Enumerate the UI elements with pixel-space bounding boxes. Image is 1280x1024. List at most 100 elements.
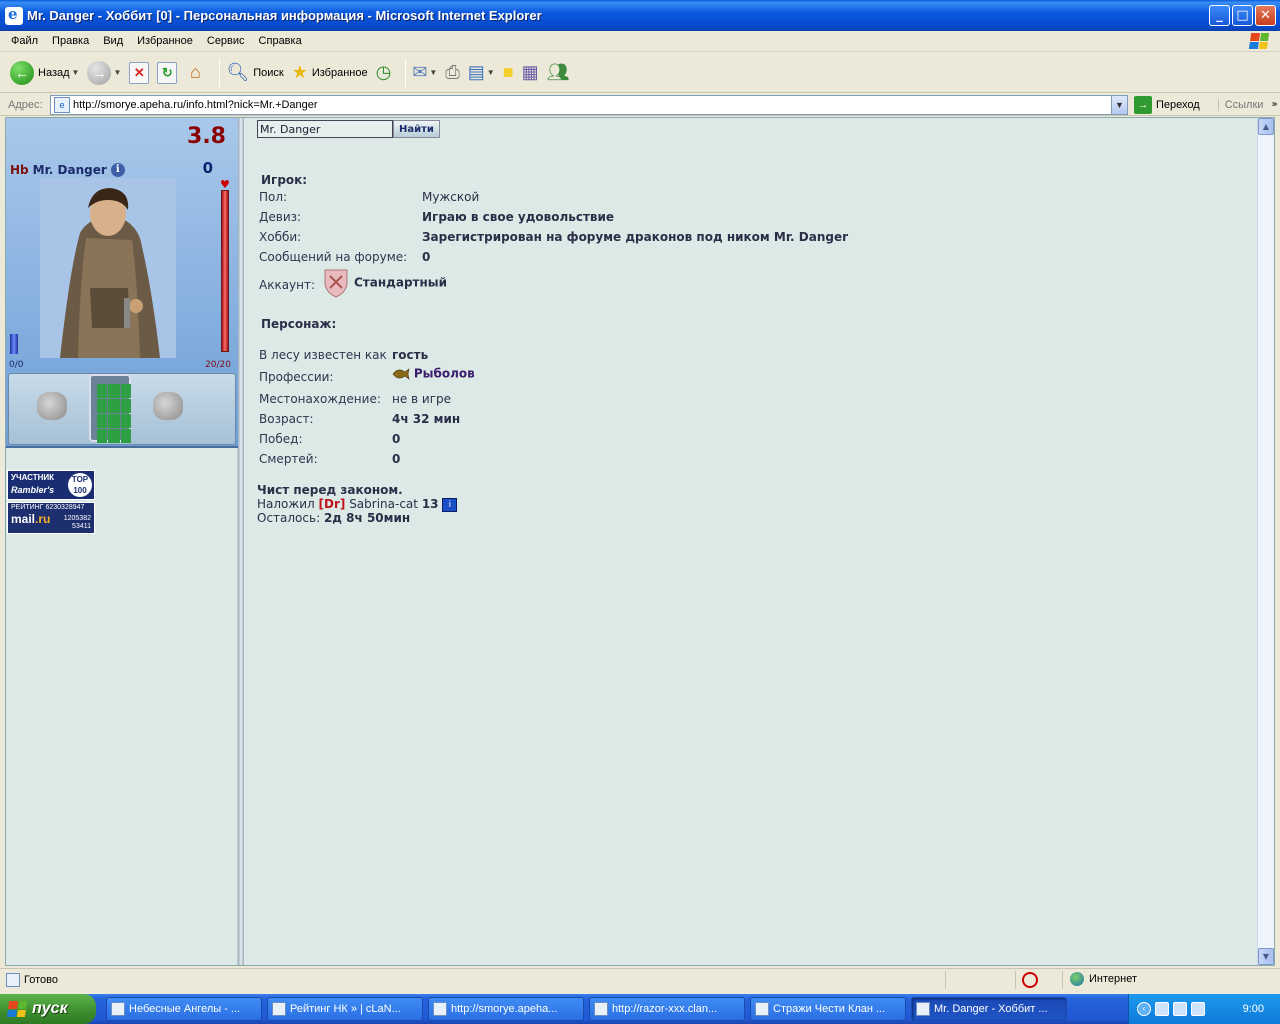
right-hand-icon[interactable] [153, 392, 183, 420]
privacy-icon[interactable] [1022, 972, 1038, 988]
status-separator [1062, 971, 1063, 989]
globe-icon [1070, 972, 1084, 986]
rambler-banner[interactable]: УЧАСТНИК Rambler's TOP 100 [7, 470, 95, 500]
start-button[interactable]: пуск [0, 994, 96, 1024]
character-counter: 0 [202, 159, 213, 177]
forward-button[interactable]: → ▼ [87, 60, 121, 85]
address-input[interactable]: e http://smorye.apeha.ru/info.html?nick=… [50, 94, 1128, 115]
age-label: Возраст: [259, 412, 314, 426]
maximize-button[interactable]: □ [1232, 5, 1253, 26]
menu-help[interactable]: Справка [252, 35, 309, 47]
search-button[interactable]: 🔍︎ Поиск [226, 62, 283, 83]
law-imposed: Наложил [Dr] Sabrina-cat 13 i [257, 497, 458, 512]
home-icon[interactable]: ⌂ [185, 62, 205, 84]
menu-view[interactable]: Вид [96, 35, 130, 47]
back-label: Назад [38, 66, 70, 79]
left-frame: 3.8 0 Hb Mr. Danger i ♥ 0/0 20/20 УЧАСТН… [6, 118, 238, 965]
character-name: Hb Mr. Danger i [10, 163, 125, 177]
menu-file[interactable]: Файл [0, 35, 45, 47]
edit-icon[interactable]: ▤ [468, 62, 485, 83]
character-level: 3.8 [187, 124, 226, 149]
left-hand-icon[interactable] [37, 392, 67, 420]
task-item[interactable]: Рейтинг НК » | cLaN... [267, 997, 423, 1021]
find-button[interactable]: Найти [393, 120, 440, 138]
scroll-up-icon[interactable]: ▲ [1258, 118, 1274, 135]
task-item[interactable]: Небесные Ангелы - ... [106, 997, 262, 1021]
menu-edit[interactable]: Правка [45, 35, 96, 47]
show-hidden-icons-icon[interactable]: ‹ [1137, 1002, 1151, 1016]
persona-header: Персонаж: [261, 317, 337, 331]
status-separator [1015, 971, 1016, 989]
posts-label: Сообщений на форуме: [259, 250, 408, 264]
wins-value: 0 [392, 432, 401, 446]
menu-favorites[interactable]: Избранное [130, 35, 200, 47]
favorites-button[interactable]: ★ Избранное [292, 62, 368, 83]
forest-value: гость [392, 348, 429, 362]
imposer-level: 13 [421, 497, 439, 511]
clan-tag[interactable]: Hb [10, 163, 29, 177]
mailru-banner[interactable]: РЕЙТИНГ 6230328947 mail.ru 1205382 53411 [7, 502, 95, 534]
windows-logo-icon [6, 1001, 28, 1017]
back-button[interactable]: ← Назад ▼ [10, 60, 80, 85]
go-button[interactable]: → Переход [1134, 95, 1200, 114]
star-icon: ★ [291, 62, 308, 82]
close-button[interactable]: ✕ [1255, 5, 1276, 26]
network-icon[interactable] [1155, 1002, 1169, 1016]
player-search-input[interactable] [257, 120, 393, 138]
imposer-name: Sabrina-cat [349, 497, 418, 511]
task-item-active[interactable]: Mr. Danger - Хоббит ... [911, 997, 1067, 1021]
back-dropdown-icon[interactable]: ▼ [72, 68, 80, 77]
mail-rating-label: РЕЙТИНГ [11, 504, 44, 511]
chevron-icon[interactable]: » [1271, 99, 1277, 110]
discuss-icon[interactable]: ■ [503, 62, 514, 83]
mail-dropdown-icon[interactable]: ▼ [429, 68, 437, 77]
window-controls: _ □ ✕ [1209, 5, 1276, 26]
history-icon[interactable]: ◷ [376, 62, 392, 83]
armor-slot[interactable] [89, 374, 131, 443]
task-item[interactable]: Стражи Чести Клан ... [750, 997, 906, 1021]
edit-dropdown-icon[interactable]: ▼ [487, 68, 495, 77]
clan-info-icon[interactable]: i [442, 497, 458, 512]
stop-icon[interactable]: ✕ [129, 61, 150, 84]
links-button[interactable]: Ссылки [1217, 98, 1263, 111]
ie-icon [5, 5, 23, 25]
profession-label: Профессии: [259, 370, 334, 384]
security-icon[interactable] [1191, 1002, 1205, 1016]
forward-arrow-icon: → [87, 60, 112, 85]
mana-value: 0/0 [9, 360, 24, 370]
task-item[interactable]: http://smorye.apeha... [428, 997, 584, 1021]
hobby-value: Зарегистрирован на форуме драконов под н… [422, 230, 849, 244]
profession-value[interactable]: Рыболов [392, 366, 475, 382]
system-tray: ‹ 9:00 [1128, 994, 1280, 1024]
clock[interactable]: 9:00 [1243, 1003, 1264, 1015]
print-icon[interactable]: ⎙ [445, 62, 459, 83]
favorites-label: Избранное [311, 66, 368, 79]
network-icon-2[interactable] [1173, 1002, 1187, 1016]
scroll-down-icon[interactable]: ▼ [1258, 948, 1274, 965]
info-icon[interactable]: i [110, 163, 125, 177]
vertical-scrollbar[interactable]: ▲ ▼ [1257, 118, 1274, 965]
research-icon[interactable]: ▦ [522, 62, 539, 83]
mail-icon[interactable]: ✉ [412, 62, 427, 83]
page-status-icon [6, 972, 20, 987]
address-dropdown-icon[interactable]: ▼ [1111, 95, 1127, 114]
minimize-button[interactable]: _ [1209, 5, 1230, 26]
ie-icon [111, 1002, 125, 1016]
character-nick: Mr. Danger [32, 163, 107, 177]
go-arrow-icon: → [1134, 95, 1152, 114]
character-panel: 3.8 0 Hb Mr. Danger i ♥ 0/0 20/20 [6, 118, 238, 448]
equipment-panel [8, 373, 236, 445]
taskbar: пуск Небесные Ангелы - ... Рейтинг НК » … [0, 994, 1280, 1024]
imposer-clan-tag[interactable]: [Dr] [319, 497, 346, 511]
toolbar: ← Назад ▼ → ▼ ✕ ↻ ⌂ 🔍︎ Поиск ★ Избранное… [0, 53, 1280, 93]
forward-dropdown-icon[interactable]: ▼ [113, 68, 121, 77]
menu-tools[interactable]: Сервис [200, 35, 252, 47]
status-bar: Готово Интернет [0, 968, 1280, 990]
task-item[interactable]: http://razor-xxx.clan... [589, 997, 745, 1021]
address-bar: Адрес: e http://smorye.apeha.ru/info.htm… [0, 94, 1280, 116]
remaining-label: Осталось: [257, 511, 321, 525]
mail-counters: 1205382 53411 [63, 515, 91, 530]
messenger-icon[interactable]: 👥︎ [547, 62, 570, 83]
motto-label: Девиз: [259, 210, 302, 224]
refresh-icon[interactable]: ↻ [157, 61, 178, 84]
